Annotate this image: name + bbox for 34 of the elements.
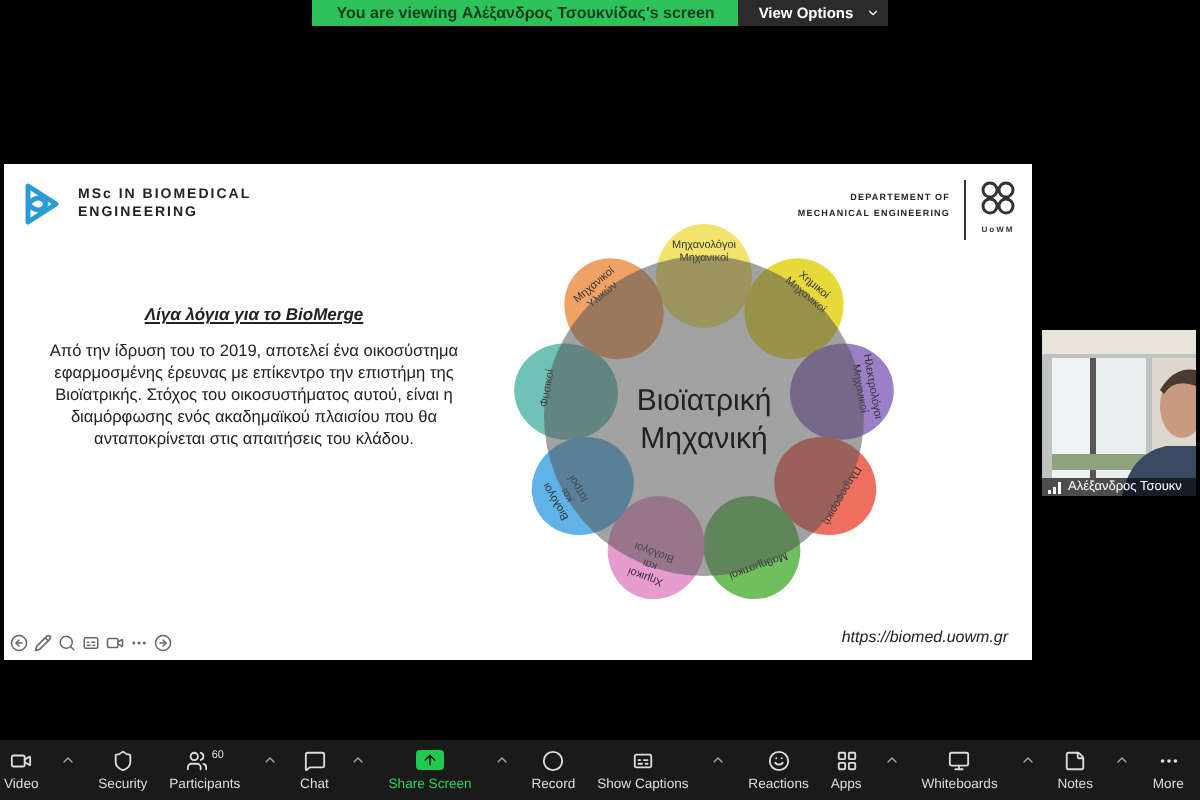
smile-icon [767, 749, 790, 771]
captions-icon[interactable] [82, 634, 100, 652]
website-url: https://biomed.uowm.gr [841, 628, 1008, 646]
signal-icon [1048, 481, 1064, 493]
captions-icon [631, 749, 654, 771]
caret-icon[interactable] [1019, 752, 1036, 768]
whiteboard-icon [948, 749, 971, 771]
caret-icon[interactable] [883, 752, 900, 768]
chevron-icon [865, 6, 880, 20]
sharing-notice: You are viewing Αλέξανδρος Τσουκνίδας's screen [312, 0, 739, 26]
slide-heading: Λίγα λόγια για το BioMerge [144, 304, 364, 324]
caret-icon[interactable] [262, 752, 279, 768]
notes-icon [1064, 749, 1087, 771]
share-screen-icon [416, 749, 445, 769]
center-title: Βιοϊατρική Μηχανική [636, 384, 772, 456]
pen-icon[interactable] [34, 634, 52, 652]
caret-icon[interactable] [60, 752, 77, 768]
university-logo-icon [980, 180, 1016, 216]
record-icon [542, 749, 565, 771]
slide-paragraph: Από την ίδρυση του το 2019, αποτελεί ένα οικοσύστημα εφαρμοσμένης έρευνας με επίκεντρο την επιστήμη της Βιοϊατρικής. Στόχος του οικοσυστήματος αυτού, είναι η διαμόρφωσης ενός ακαδημαϊκού πλαισίου που θα ανταποκρίνεται στις απαιτήσεις του κλάδου. [47, 340, 461, 450]
shield-icon [111, 749, 134, 771]
previous-icon[interactable] [10, 634, 28, 652]
caret-icon[interactable] [493, 752, 510, 768]
apps-icon [835, 749, 858, 771]
caret-icon[interactable] [1114, 752, 1131, 768]
chat-icon [303, 749, 326, 771]
search-icon[interactable] [58, 634, 76, 652]
caret-icon[interactable] [350, 752, 367, 768]
video-icon[interactable] [106, 634, 124, 652]
people-icon [185, 749, 208, 771]
caret-icon[interactable] [710, 752, 727, 768]
video-icon [10, 749, 33, 771]
next-icon[interactable] [154, 634, 172, 652]
logo-icon [22, 180, 62, 228]
